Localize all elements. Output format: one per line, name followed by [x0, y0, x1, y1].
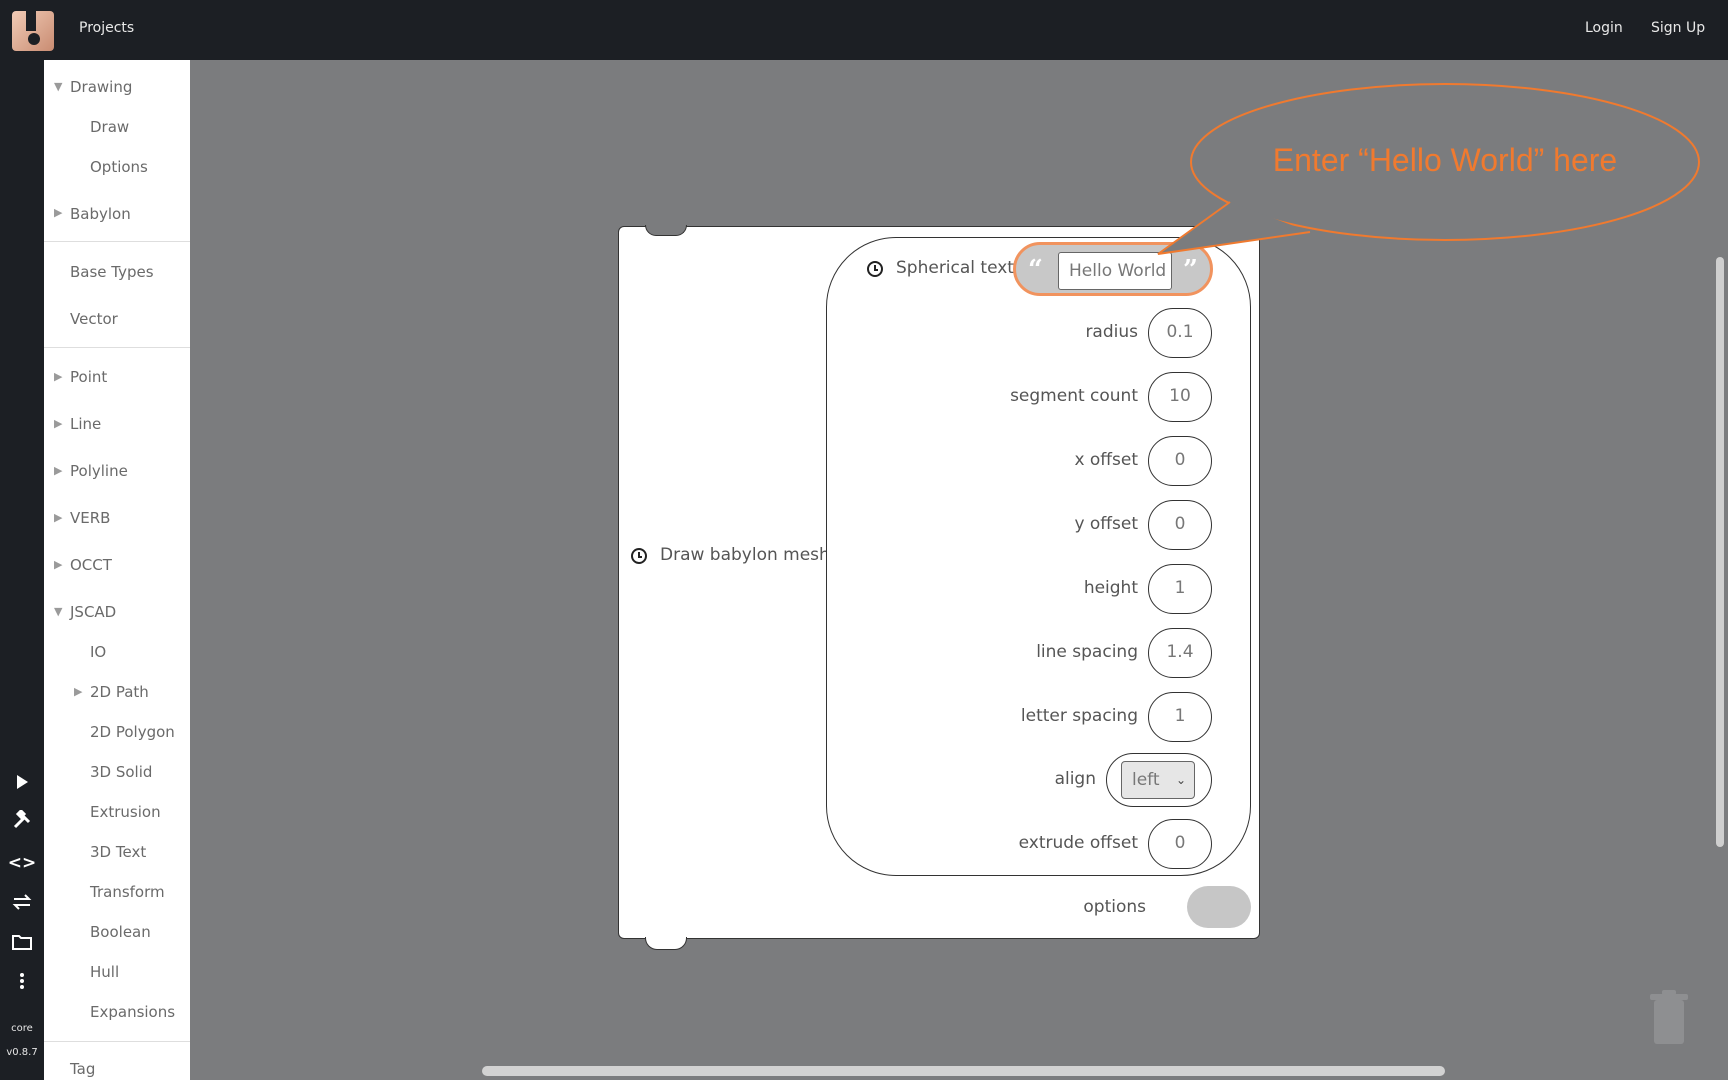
block-title: Draw babylon mesh — [660, 545, 830, 565]
divider — [44, 241, 190, 242]
block-notch — [645, 937, 687, 950]
toolbox-category-line[interactable]: Line — [70, 415, 101, 433]
nav-projects-link[interactable]: Projects — [79, 20, 134, 36]
param-label-letter-spacing: letter spacing — [1020, 706, 1138, 726]
toolbox-item-2d-polygon[interactable]: 2D Polygon — [90, 723, 175, 741]
chevron-down-icon: ⌄ — [1175, 773, 1186, 787]
block-notch — [645, 225, 687, 236]
param-label-y-offset: y offset — [1074, 514, 1138, 534]
toolbox-item-3d-solid[interactable]: 3D Solid — [90, 763, 152, 781]
vertical-scrollbar[interactable] — [1716, 257, 1724, 847]
divider — [44, 1041, 190, 1042]
version-label: v0.8.7 — [6, 1047, 38, 1058]
caret-right-icon[interactable]: ▶ — [54, 464, 62, 477]
caret-right-icon[interactable]: ▶ — [54, 370, 62, 383]
text-input[interactable]: Hello World — [1058, 252, 1172, 290]
caret-down-icon[interactable]: ▼ — [54, 80, 62, 93]
toolbox-category-jscad[interactable]: JSCAD — [70, 603, 116, 621]
param-label-height: height — [1083, 578, 1138, 598]
toolbox-panel: ▼ Drawing Draw Options ▶ Babylon Base Ty… — [44, 60, 190, 1080]
divider — [44, 347, 190, 348]
toolbox-item-draw[interactable]: Draw — [90, 118, 129, 136]
toolbox-item-3d-text[interactable]: 3D Text — [90, 843, 146, 861]
radius-input[interactable]: 0.1 — [1148, 308, 1212, 358]
segment-count-input[interactable]: 10 — [1148, 372, 1212, 422]
toolbox-item-options[interactable]: Options — [90, 158, 148, 176]
horizontal-scrollbar[interactable] — [482, 1066, 1445, 1076]
extrude-offset-input[interactable]: 0 — [1148, 819, 1212, 869]
toolbox-category-point[interactable]: Point — [70, 368, 107, 386]
app-logo[interactable] — [12, 11, 54, 51]
x-offset-input[interactable]: 0 — [1148, 436, 1212, 486]
param-label-segment-count: segment count — [1010, 386, 1138, 406]
toolbox-category-drawing[interactable]: Drawing — [70, 78, 132, 96]
param-label-align: align — [1054, 769, 1096, 789]
toolbox-item-hull[interactable]: Hull — [90, 963, 119, 981]
caret-right-icon[interactable]: ▶ — [54, 558, 62, 571]
toolbox-item-extrusion[interactable]: Extrusion — [90, 803, 161, 821]
line-spacing-input[interactable]: 1.4 — [1148, 628, 1212, 678]
caret-right-icon[interactable]: ▶ — [54, 206, 62, 219]
y-offset-input[interactable]: 0 — [1148, 500, 1212, 550]
toolbox-category-2d-path[interactable]: 2D Path — [90, 683, 149, 701]
param-label-radius: radius — [1085, 322, 1138, 342]
options-input-slot[interactable] — [1187, 886, 1251, 928]
tools-icon[interactable] — [6, 807, 38, 839]
toolbox-category-babylon[interactable]: Babylon — [70, 205, 131, 223]
toolbox-category-occt[interactable]: OCCT — [70, 556, 112, 574]
toolbox-item-io[interactable]: IO — [90, 643, 106, 661]
clock-icon — [867, 261, 883, 277]
toolbox-category-polyline[interactable]: Polyline — [70, 462, 128, 480]
open-quote-icon: “ — [1028, 255, 1043, 285]
toolbox-item-vector[interactable]: Vector — [70, 310, 118, 328]
caret-right-icon[interactable]: ▶ — [54, 417, 62, 430]
play-icon[interactable] — [6, 767, 38, 799]
code-icon[interactable]: <> — [6, 847, 38, 879]
toolbox-item-tag[interactable]: Tag — [70, 1060, 95, 1078]
param-label-x-offset: x offset — [1074, 450, 1138, 470]
login-link[interactable]: Login — [1585, 20, 1623, 36]
caret-right-icon[interactable]: ▶ — [74, 685, 82, 698]
left-rail: <> core v0.8.7 — [0, 60, 44, 1080]
align-select-value: left — [1132, 770, 1160, 790]
toolbox-item-transform[interactable]: Transform — [90, 883, 165, 901]
spherical-text-label: Spherical text — [896, 258, 1014, 278]
param-label-line-spacing: line spacing — [1036, 642, 1138, 662]
close-quote-icon: ” — [1183, 255, 1198, 285]
top-bar: Projects Login Sign Up — [0, 0, 1728, 60]
more-icon[interactable] — [6, 967, 38, 999]
trash-icon[interactable] — [1650, 990, 1688, 1044]
core-label: core — [11, 1023, 33, 1034]
signup-link[interactable]: Sign Up — [1651, 20, 1705, 36]
caret-down-icon[interactable]: ▼ — [54, 605, 62, 618]
align-field: left ⌄ — [1106, 753, 1212, 807]
align-select[interactable]: left ⌄ — [1121, 761, 1195, 799]
height-input[interactable]: 1 — [1148, 564, 1212, 614]
clock-icon — [631, 548, 647, 564]
toolbox-item-boolean[interactable]: Boolean — [90, 923, 151, 941]
toolbox-item-base-types[interactable]: Base Types — [70, 263, 154, 281]
param-label-extrude-offset: extrude offset — [1018, 833, 1138, 853]
options-label: options — [1083, 897, 1146, 917]
letter-spacing-input[interactable]: 1 — [1148, 692, 1212, 742]
folder-icon[interactable] — [6, 927, 38, 959]
callout-text: Enter “Hello World” here — [1272, 142, 1618, 178]
toolbox-category-verb[interactable]: VERB — [70, 509, 110, 527]
swap-icon[interactable] — [6, 887, 38, 919]
caret-right-icon[interactable]: ▶ — [54, 511, 62, 524]
toolbox-item-expansions[interactable]: Expansions — [90, 1003, 175, 1021]
